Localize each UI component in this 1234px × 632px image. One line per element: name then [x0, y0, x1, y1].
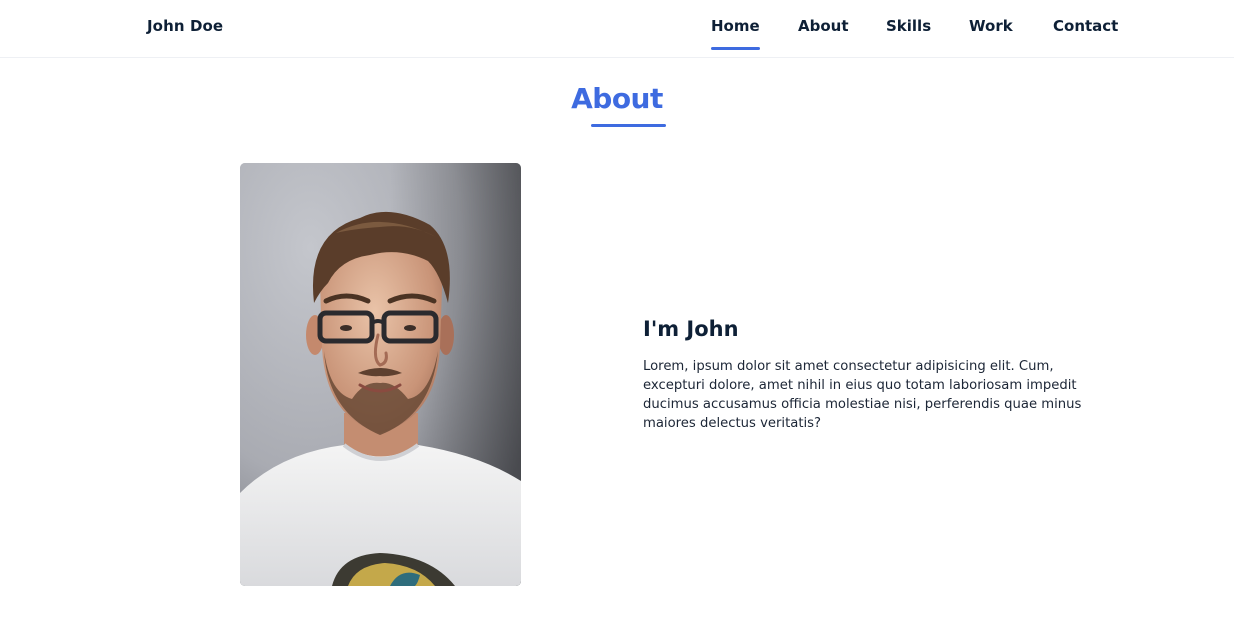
title-underline [591, 124, 666, 127]
about-heading: I'm John [643, 317, 739, 341]
about-content: I'm John Lorem, ipsum dolor sit amet con… [643, 317, 1083, 433]
logo-link[interactable]: John Doe [147, 17, 223, 35]
nav-home[interactable]: Home [711, 17, 760, 50]
profile-photo [240, 163, 521, 586]
nav-about[interactable]: About [798, 17, 849, 35]
section-title: About [571, 82, 663, 115]
nav-work[interactable]: Work [969, 17, 1013, 35]
nav-contact[interactable]: Contact [1053, 17, 1118, 35]
about-paragraph: Lorem, ipsum dolor sit amet consectetur … [643, 359, 1082, 431]
site-header: John Doe Home About Skills Work Contact [0, 0, 1234, 58]
portrait-illustration [240, 163, 521, 586]
about-section-title: About [0, 82, 1234, 115]
nav-skills[interactable]: Skills [886, 17, 931, 35]
main-nav: Home About Skills Work Contact [711, 17, 1131, 51]
